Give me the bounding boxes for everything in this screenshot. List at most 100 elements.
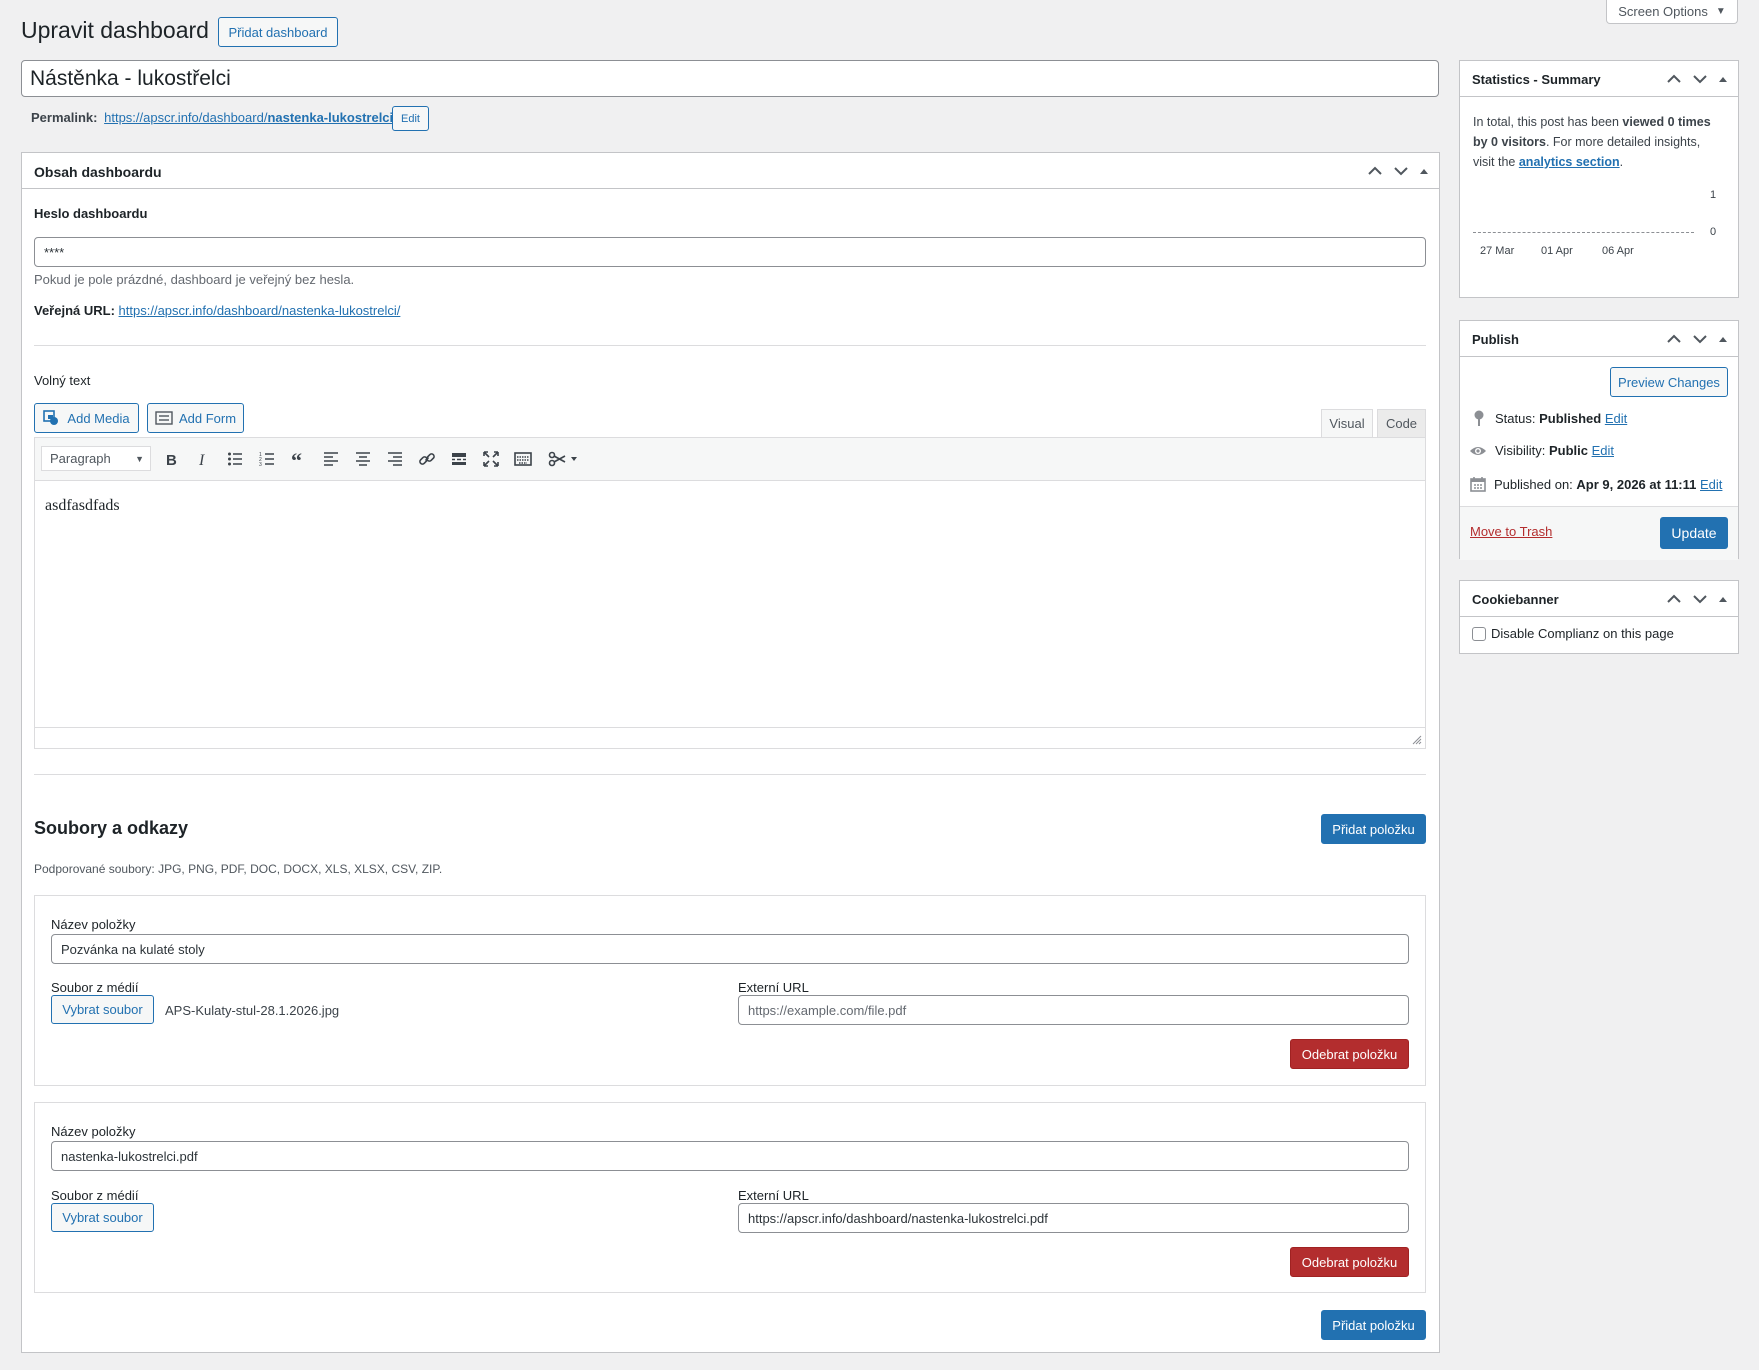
- read-more-button[interactable]: [447, 448, 471, 470]
- calendar-icon: [1470, 477, 1486, 492]
- toggle-panel-icon[interactable]: [1716, 72, 1730, 86]
- scissors-icon: [548, 451, 577, 467]
- item-name-input[interactable]: nastenka-lukostrelci.pdf: [51, 1141, 1409, 1171]
- toggle-panel-icon[interactable]: [1716, 332, 1730, 346]
- move-down-icon[interactable]: [1391, 164, 1411, 178]
- password-label: Heslo dashboardu: [34, 206, 148, 221]
- add-dashboard-button[interactable]: Přidat dashboard: [218, 17, 338, 47]
- pin-icon: [1474, 410, 1484, 426]
- disable-complianz-label: Disable Complianz on this page: [1491, 626, 1674, 641]
- published-label: Published on:: [1494, 476, 1577, 492]
- publish-actions: Move to Trash Update: [1460, 506, 1738, 560]
- blockquote-button[interactable]: “: [287, 448, 311, 470]
- public-url: Veřejná URL: https://apscr.info/dashboar…: [34, 303, 400, 318]
- align-center-button[interactable]: [351, 448, 375, 470]
- cookiebanner-controls: [1664, 592, 1730, 606]
- align-right-button[interactable]: [383, 448, 407, 470]
- stats-title: Statistics - Summary: [1472, 72, 1601, 87]
- add-form-button[interactable]: Add Form: [147, 403, 244, 433]
- disable-complianz-row: Disable Complianz on this page: [1472, 626, 1674, 641]
- editor-content[interactable]: asdfasdfads: [45, 497, 120, 515]
- permalink-link[interactable]: https://apscr.info/dashboard/nastenka-lu…: [104, 110, 397, 125]
- fullscreen-button[interactable]: [479, 448, 503, 470]
- align-right-icon: [388, 452, 402, 466]
- publish-metabox-header: Publish: [1460, 321, 1738, 357]
- screen-options-label: Screen Options: [1618, 4, 1708, 19]
- disable-complianz-checkbox[interactable]: [1472, 626, 1486, 641]
- post-title-input[interactable]: Nástěnka - lukostřelci: [21, 60, 1439, 97]
- screen-options-button[interactable]: Screen Options ▼: [1606, 0, 1738, 24]
- toggle-panel-icon[interactable]: [1716, 592, 1730, 606]
- resize-handle-icon[interactable]: [1412, 735, 1422, 745]
- quote-icon: “: [291, 451, 302, 467]
- toggle-panel-icon[interactable]: [1417, 164, 1431, 178]
- analytics-link[interactable]: analytics section: [1519, 155, 1620, 169]
- triangle-down-icon: ▼: [1715, 6, 1726, 17]
- remove-item-button[interactable]: Odebrat položku: [1290, 1039, 1409, 1069]
- stats-metabox-header: Statistics - Summary: [1460, 61, 1738, 97]
- numbered-list-button[interactable]: 123: [255, 448, 279, 470]
- chart-baseline: [1473, 232, 1694, 233]
- tab-visual[interactable]: Visual: [1321, 409, 1373, 437]
- move-up-icon[interactable]: [1664, 72, 1684, 86]
- permalink-edit-button[interactable]: Edit: [392, 106, 429, 131]
- files-section-title: Soubory a odkazy: [34, 818, 189, 838]
- align-left-button[interactable]: [319, 448, 343, 470]
- remove-item-button[interactable]: Odebrat položku: [1290, 1247, 1409, 1277]
- choose-file-button[interactable]: Vybrat soubor: [51, 995, 154, 1024]
- permalink: Permalink: https://apscr.info/dashboard/…: [31, 110, 397, 125]
- bullet-list-button[interactable]: [223, 448, 247, 470]
- add-item-button-bottom[interactable]: Přidat položku: [1321, 1310, 1426, 1340]
- move-down-icon[interactable]: [1690, 332, 1710, 346]
- content-metabox-controls: [1365, 164, 1431, 178]
- chart-x-label: 01 Apr: [1541, 245, 1573, 257]
- move-to-trash-link[interactable]: Move to Trash: [1470, 524, 1552, 539]
- add-media-button[interactable]: Add Media: [34, 403, 139, 433]
- numbered-list-icon: 123: [259, 452, 274, 467]
- italic-icon: I: [198, 452, 205, 467]
- choose-file-button[interactable]: Vybrat soubor: [51, 1203, 154, 1232]
- item-name-input[interactable]: Pozvánka na kulaté stoly: [51, 934, 1409, 964]
- keyboard-icon: [514, 452, 532, 466]
- item-name-value: nastenka-lukostrelci.pdf: [61, 1148, 198, 1164]
- published-edit-link[interactable]: Edit: [1700, 477, 1722, 492]
- tab-code[interactable]: Code: [1377, 409, 1426, 437]
- link-button[interactable]: [415, 448, 439, 470]
- public-url-link[interactable]: https://apscr.info/dashboard/nastenka-lu…: [119, 303, 401, 318]
- move-up-icon[interactable]: [1664, 592, 1684, 606]
- item-name-value: Pozvánka na kulaté stoly: [61, 941, 205, 957]
- move-up-icon[interactable]: [1664, 332, 1684, 346]
- stats-metabox: Statistics - Summary In total, this post…: [1459, 60, 1739, 298]
- cookiebanner-title: Cookiebanner: [1472, 592, 1559, 607]
- italic-button[interactable]: I: [191, 448, 215, 470]
- content-metabox-title: Obsah dashboardu: [34, 164, 162, 180]
- visibility-edit-link[interactable]: Edit: [1592, 443, 1614, 458]
- chart-x-label: 06 Apr: [1602, 245, 1634, 257]
- status-value: Published: [1539, 410, 1602, 426]
- bold-icon: B: [166, 452, 177, 467]
- svg-text:I: I: [198, 452, 205, 467]
- add-item-button-top[interactable]: Přidat položku: [1321, 814, 1426, 844]
- toolbar-toggle-button[interactable]: [511, 448, 535, 470]
- external-url-input[interactable]: https://apscr.info/dashboard/nastenka-lu…: [738, 1203, 1409, 1233]
- public-url-label: Veřejná URL:: [34, 303, 115, 318]
- item-name-label: Název položky: [51, 917, 136, 932]
- visibility-value: Public: [1548, 443, 1588, 458]
- password-input[interactable]: ****: [34, 237, 1426, 267]
- update-button[interactable]: Update: [1660, 517, 1728, 549]
- external-url-placeholder: https://example.com/file.pdf: [748, 1002, 907, 1018]
- format-select[interactable]: Paragraph ▼: [41, 446, 151, 471]
- status-row: Status: Published Edit: [1471, 409, 1627, 427]
- eye-icon: [1470, 446, 1486, 455]
- preview-changes-button[interactable]: Preview Changes: [1610, 367, 1728, 397]
- status-label: Status:: [1495, 410, 1540, 426]
- shortcode-button[interactable]: [545, 448, 581, 470]
- move-up-icon[interactable]: [1365, 164, 1385, 178]
- move-down-icon[interactable]: [1690, 72, 1710, 86]
- status-edit-link[interactable]: Edit: [1605, 411, 1627, 426]
- move-down-icon[interactable]: [1690, 592, 1710, 606]
- external-url-input[interactable]: https://example.com/file.pdf: [738, 995, 1409, 1025]
- bold-button[interactable]: B: [159, 448, 183, 470]
- file-item: [34, 1102, 1426, 1293]
- divider: [34, 345, 1426, 346]
